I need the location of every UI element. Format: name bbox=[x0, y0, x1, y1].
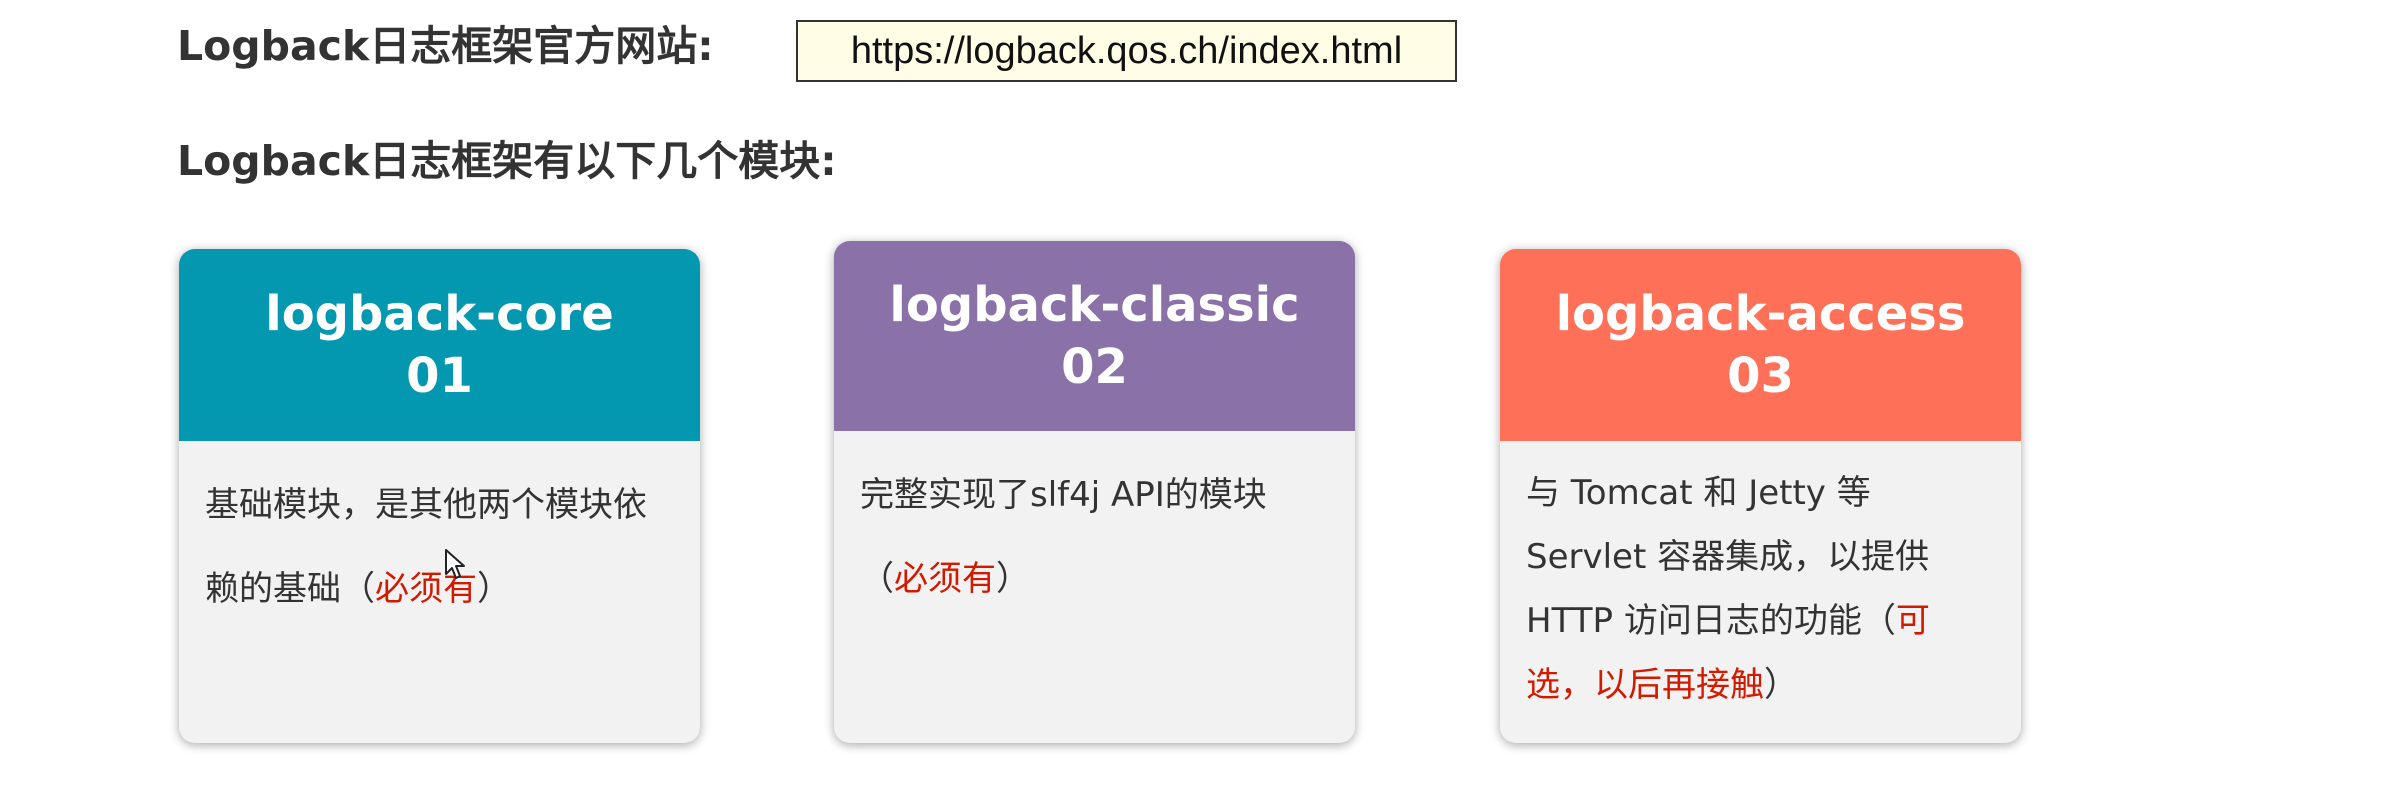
module-card-header: logback-access 03 bbox=[1500, 249, 2021, 441]
module-description: 基础模块，是其他两个模块依赖的基础（必须有） bbox=[179, 441, 700, 631]
module-description-text: 与 Tomcat 和 Jetty 等 Servlet 容器集成，以提供 HTTP… bbox=[1526, 473, 1930, 641]
official-site-heading: Logback日志框架官方网站: bbox=[177, 22, 714, 70]
module-title: logback-access bbox=[1555, 286, 1966, 342]
module-description-end: ） bbox=[1764, 665, 1798, 705]
module-number: 01 bbox=[406, 348, 473, 404]
module-description: 与 Tomcat 和 Jetty 等 Servlet 容器集成，以提供 HTTP… bbox=[1500, 441, 2021, 717]
module-description-end: ） bbox=[477, 569, 511, 609]
module-title: logback-core bbox=[265, 286, 614, 342]
module-number: 03 bbox=[1727, 348, 1794, 404]
modules-heading: Logback日志框架有以下几个模块: bbox=[177, 137, 837, 185]
official-site-url[interactable]: https://logback.qos.ch/index.html bbox=[796, 20, 1457, 82]
module-card-header: logback-core 01 bbox=[179, 249, 700, 441]
module-card-core: logback-core 01 基础模块，是其他两个模块依赖的基础（必须有） bbox=[179, 249, 700, 743]
module-card-header: logback-classic 02 bbox=[834, 241, 1355, 431]
module-card-access: logback-access 03 与 Tomcat 和 Jetty 等 Ser… bbox=[1500, 249, 2021, 743]
module-title: logback-classic bbox=[889, 277, 1300, 333]
module-card-classic: logback-classic 02 完整实现了slf4j API的模块（必须有… bbox=[834, 241, 1355, 743]
module-number: 02 bbox=[1061, 339, 1128, 395]
module-description-end: ） bbox=[996, 559, 1030, 599]
module-description: 完整实现了slf4j API的模块（必须有） bbox=[834, 431, 1355, 621]
module-requirement-note: 必须有 bbox=[894, 559, 996, 599]
mouse-cursor-icon bbox=[445, 549, 465, 579]
